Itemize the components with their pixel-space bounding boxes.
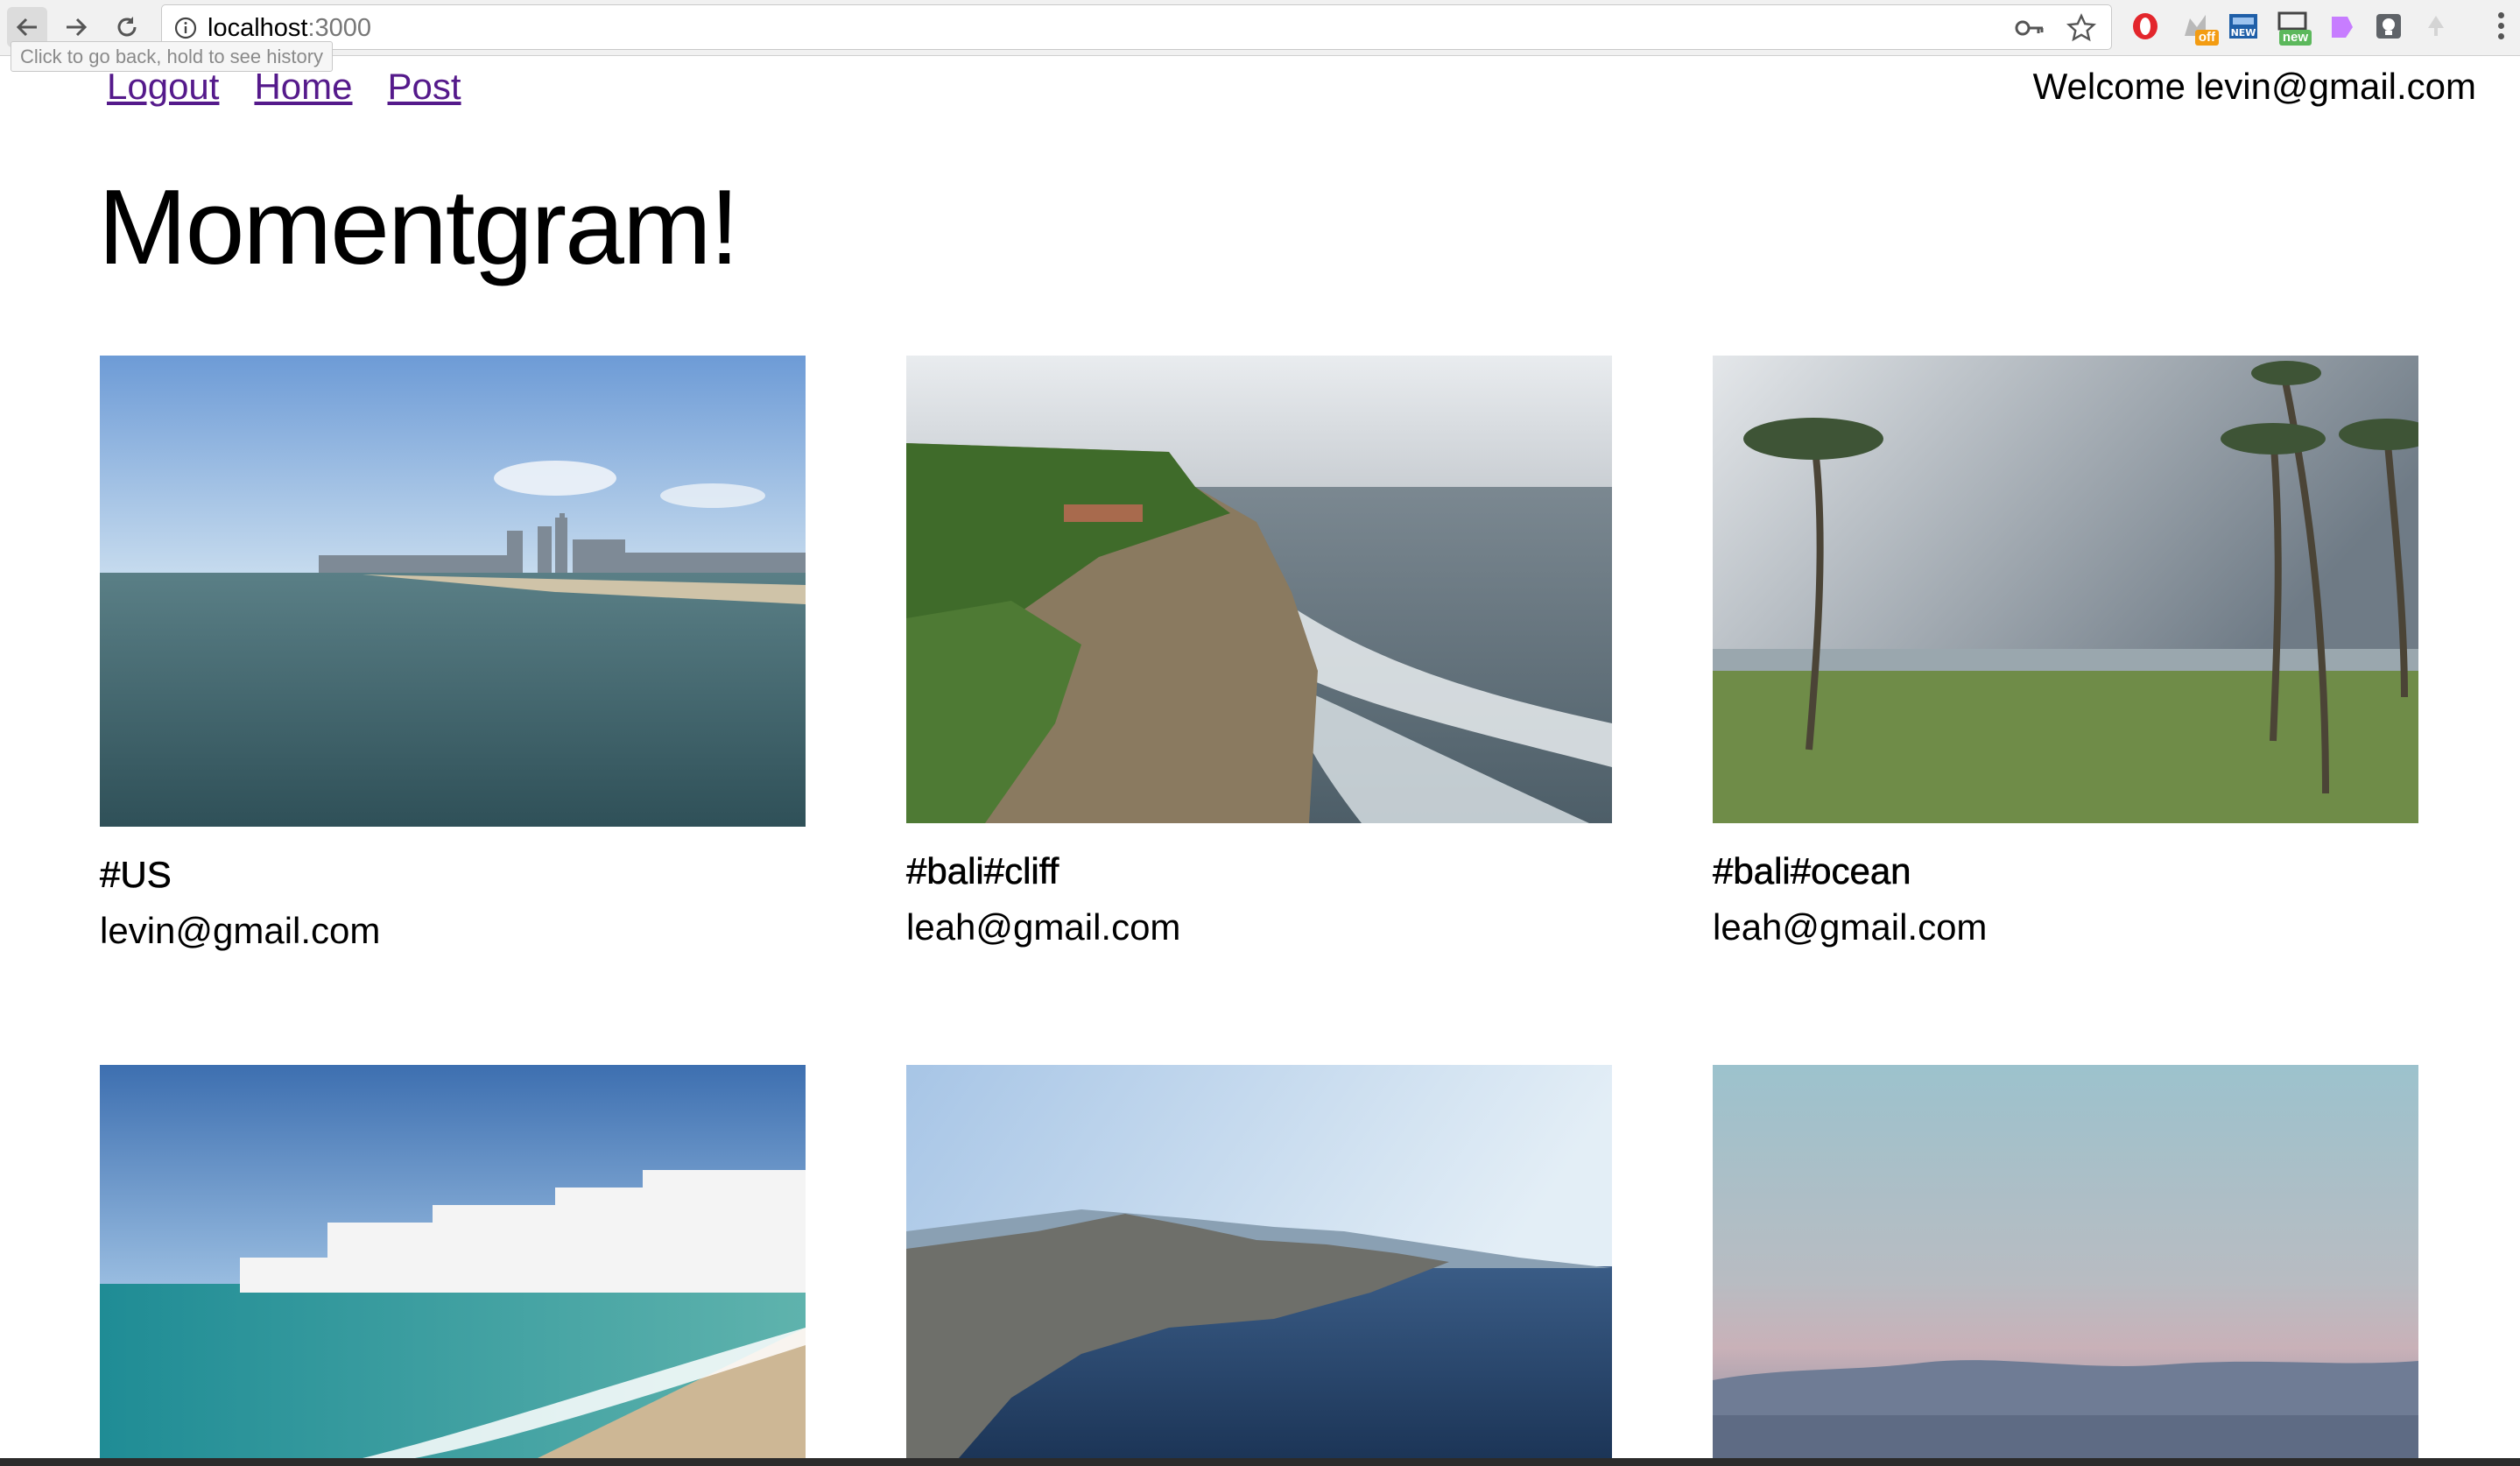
post-card[interactable]: #US levin@gmail.com xyxy=(100,356,807,953)
browser-toolbar: localhost:3000 off NEW new xyxy=(0,0,2520,56)
post-author: leah@gmail.com xyxy=(1713,906,1988,948)
key-icon[interactable] xyxy=(2015,16,2045,40)
extension-new-window[interactable]: new xyxy=(2275,9,2312,46)
paint-palette-icon xyxy=(2332,17,2353,38)
post-card[interactable] xyxy=(1713,1065,2420,1458)
post-tags: #US xyxy=(100,854,172,896)
extension-opera[interactable] xyxy=(2128,9,2163,44)
misty-horizon-photo xyxy=(1713,1065,2418,1458)
post-photo[interactable] xyxy=(100,356,806,827)
page-title: Momentgram! xyxy=(98,167,740,286)
tree-icon xyxy=(2428,16,2444,36)
url-text[interactable]: localhost:3000 xyxy=(208,14,371,42)
post-tags: #bali#ocean xyxy=(1713,850,1911,892)
extension-badge: new xyxy=(2278,30,2312,46)
page-nav: Logout Home Post xyxy=(107,65,461,109)
post-photo[interactable] xyxy=(906,1065,1612,1458)
post-author: leah@gmail.com xyxy=(906,906,1181,948)
extension-offer[interactable]: off xyxy=(2179,9,2219,46)
url-host: localhost xyxy=(208,14,308,42)
post-card[interactable]: #bali#ocean leah@gmail.com xyxy=(1713,356,2420,949)
post-card[interactable] xyxy=(906,1065,1614,1458)
lightbulb-icon xyxy=(2376,14,2401,39)
new-tab-icon: NEW xyxy=(2229,14,2257,39)
extension-tree[interactable] xyxy=(2418,9,2453,44)
white-village-beach-photo xyxy=(100,1065,806,1458)
star-icon[interactable] xyxy=(2066,12,2097,44)
post-photo[interactable] xyxy=(1713,356,2418,823)
svg-text:NEW: NEW xyxy=(2231,27,2256,39)
post-card[interactable] xyxy=(100,1065,807,1458)
extension-new-tab[interactable]: NEW xyxy=(2226,9,2261,44)
welcome-text: Welcome levin@gmail.com xyxy=(2032,66,2476,107)
home-link[interactable]: Home xyxy=(254,65,352,109)
reload-icon xyxy=(117,17,137,37)
sea-cliff-waves-photo xyxy=(906,356,1612,823)
opera-o-icon xyxy=(2133,13,2157,39)
post-author: levin@gmail.com xyxy=(100,910,381,951)
arrow-right-icon xyxy=(67,18,88,37)
address-bar[interactable]: localhost:3000 xyxy=(161,4,2112,50)
post-link[interactable]: Post xyxy=(388,65,461,109)
palm-trees-beach-photo xyxy=(1713,356,2418,823)
browser-menu-icon[interactable] xyxy=(2495,12,2506,44)
rocky-coast-sea-photo xyxy=(906,1065,1612,1458)
arrow-left-icon xyxy=(16,18,37,37)
post-photo[interactable] xyxy=(906,356,1612,823)
window-bottom-edge xyxy=(0,1458,2520,1466)
extension-badge: off xyxy=(2194,30,2219,46)
extension-lightbulb[interactable] xyxy=(2371,9,2406,44)
post-tags: #bali#cliff xyxy=(906,850,1059,892)
logout-link[interactable]: Logout xyxy=(107,65,219,109)
post-photo[interactable] xyxy=(1713,1065,2418,1458)
city-skyline-ocean-photo xyxy=(100,356,806,827)
post-card[interactable]: #bali#cliff leah@gmail.com xyxy=(906,356,1614,949)
url-port: :3000 xyxy=(307,14,372,42)
extension-palette[interactable] xyxy=(2324,9,2359,44)
post-photo[interactable] xyxy=(100,1065,806,1458)
info-icon[interactable] xyxy=(174,17,197,39)
